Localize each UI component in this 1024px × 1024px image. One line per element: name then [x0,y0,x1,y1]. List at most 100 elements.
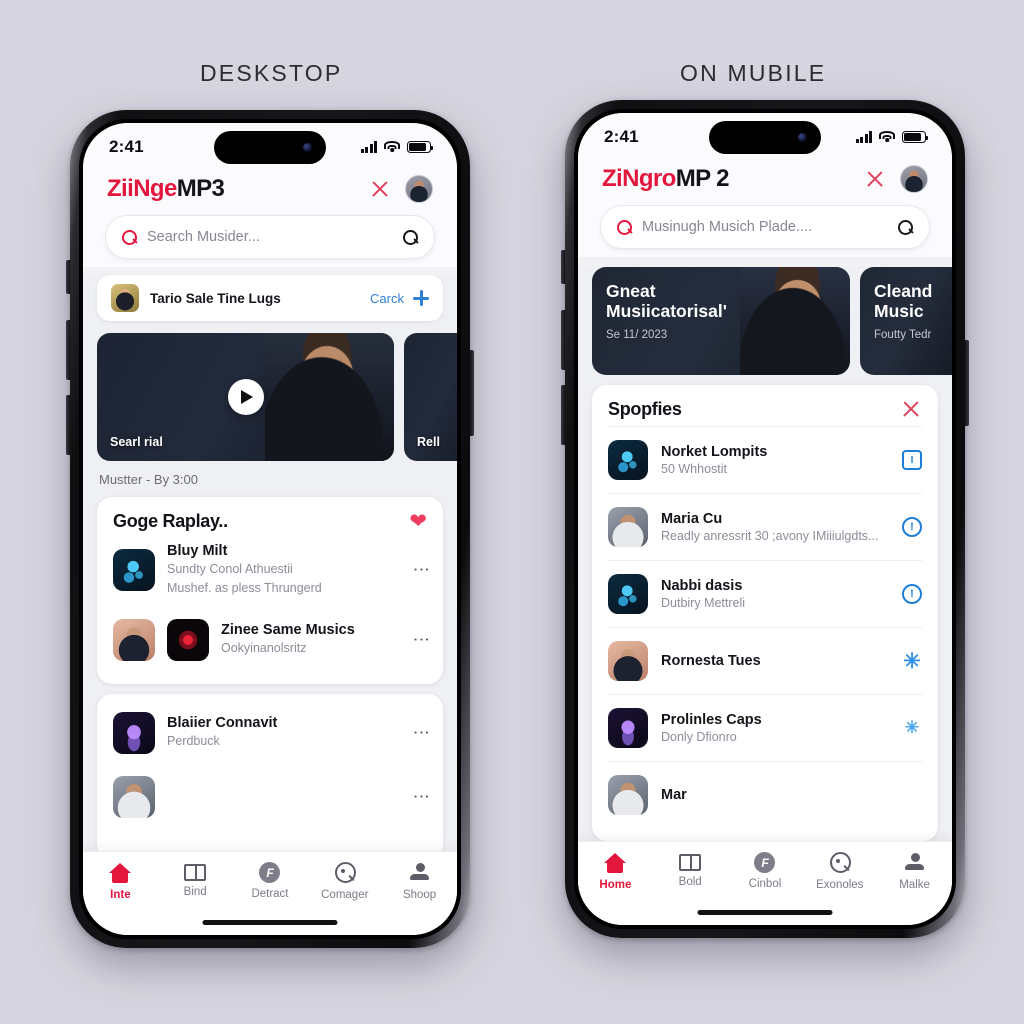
track-title [167,789,403,805]
item-meta: Maria Cu Readly anressrit 30 ;avony IMii… [661,511,878,543]
tab-library[interactable]: Bold [655,852,725,888]
status-bar: 2:41 [83,123,457,171]
tab-search[interactable]: Exonoles [805,852,875,891]
promo-row[interactable]: Tario Sale Tine Lugs Carck [97,275,443,321]
heart-icon[interactable]: ❤ [409,511,427,532]
item-artwork [608,440,648,480]
track-row[interactable]: Bluy Milt Sundty Conol Athuestii Mushef.… [113,532,431,608]
search-bar[interactable]: Search Musider... [105,215,435,259]
track-row[interactable]: Blaiier Connavit Perdbuck ⋮ [113,708,431,765]
tab-discover[interactable]: F Cinbol [730,852,800,890]
list-item[interactable]: Rornesta Tues ✳ [608,627,922,694]
item-subtitle: 50 Whhostit [661,462,728,476]
app-logo[interactable]: ZiNgroMP 2 [602,165,730,193]
mute-switch[interactable] [66,260,70,294]
battery-icon [902,131,929,143]
power-button[interactable] [470,350,474,436]
video-label: Searl rial [110,435,163,449]
search-bar[interactable]: Musinugh Musich Plade.... [600,205,930,249]
volume-up-button[interactable] [66,320,70,380]
tab-profile[interactable]: Malke [880,852,950,891]
tab-discover[interactable]: F Detract [235,862,305,900]
close-icon[interactable] [900,398,922,420]
video-card[interactable]: Searl rial [97,333,394,461]
item-subtitle: Dutbiry Mettreli [661,596,746,610]
power-button[interactable] [965,340,969,426]
track-artwork [113,548,155,591]
list-item[interactable]: Nabbi dasis Dutbiry Mettreli ! [608,560,922,627]
home-indicator [202,920,338,925]
more-vertical-icon[interactable]: ⋮ [412,724,431,741]
banner-card[interactable]: Gneat Musiicatorisal' Se 11/ 2023 [592,267,850,375]
banner-card[interactable]: Cleand Music Foutty Tedr [860,267,952,375]
user-avatar[interactable] [900,165,928,193]
app-logo[interactable]: ZiiNgeMP3 [107,175,225,203]
track-row[interactable]: Zinee Same Musics Ookyinanolsritz ⋮ [113,608,431,672]
header-actions [369,175,433,203]
promo-link[interactable]: Carck [370,291,404,306]
promo-title: Tario Sale Tine Lugs [150,290,281,306]
search-input[interactable]: Search Musider... [147,229,393,245]
video-carousel[interactable]: Searl rial Rell [97,333,457,461]
track-artwork [113,711,155,754]
search-submit-icon[interactable] [898,219,913,235]
phone-bezel-right: 2:41 ZiNgroMP 2 Musinugh Musich Plade...… [574,109,956,929]
track-title: Blaiier Connavit [167,715,278,732]
tab-search[interactable]: Comager [310,862,380,901]
person-icon [904,852,926,874]
track-meta: Bluy Milt Sundty Conol Athuestii Mushef.… [167,543,403,597]
main-content-right: Gneat Musiicatorisal' Se 11/ 2023 Cleand… [578,267,952,925]
book-icon [679,854,702,871]
volume-up-button[interactable] [561,310,565,370]
banner-title: Cleand Music [874,281,951,322]
list-item[interactable]: Norket Lompits 50 Whhostit I [608,426,922,493]
item-title: Prolinles Caps [661,712,762,728]
video-card[interactable]: Rell [404,333,457,461]
item-artwork [608,708,648,748]
banner-carousel[interactable]: Gneat Musiicatorisal' Se 11/ 2023 Cleand… [592,267,952,375]
info-circle-icon[interactable]: ! [902,584,922,604]
mute-switch[interactable] [561,250,565,284]
asterisk-icon[interactable]: ✳ [902,718,922,738]
more-vertical-icon[interactable]: ⋮ [412,561,431,578]
tab-profile[interactable]: Shoop [385,862,455,901]
spotlight-header: Spopfies [608,398,922,426]
close-icon[interactable] [864,168,886,190]
item-artwork [608,574,648,614]
banner-title-line2: Musiicatorisal' [606,301,727,322]
track-meta [167,789,403,805]
tab-home[interactable]: Inte [85,862,155,901]
tab-library[interactable]: Bind [160,862,230,898]
item-subtitle: Readly anressrit 30 ;avony IMiiiulgdts..… [661,529,879,543]
volume-down-button[interactable] [561,385,565,445]
banner-title-line1: Cleand [874,281,933,301]
plus-icon[interactable] [413,290,429,306]
search-section: Search Musider... [83,205,457,267]
asterisk-icon[interactable]: ✳ [902,650,922,673]
search-circle-icon [829,852,851,874]
home-icon [604,852,627,874]
status-indicators [855,131,929,143]
list-item[interactable]: Mar [608,761,922,841]
bottom-navigation: Inte Bind F Detract Comager Shoop [83,851,457,935]
track-row-partial[interactable]: ⋮ [113,765,431,848]
clock-icon[interactable]: ! [902,517,922,537]
close-icon[interactable] [369,178,391,200]
list-item[interactable]: Maria Cu Readly anressrit 30 ;avony IMii… [608,493,922,560]
user-avatar[interactable] [405,175,433,203]
logo-brand-text: ZiiNge [107,175,177,202]
bottom-navigation: Home Bold F Cinbol Exonoles Malke [578,841,952,925]
square-info-icon[interactable]: I [902,450,922,470]
more-vertical-icon[interactable]: ⋮ [412,788,431,805]
search-submit-icon[interactable] [403,229,418,245]
item-subtitle: Donly Dfionro [661,730,737,744]
tab-home[interactable]: Home [580,852,650,891]
banner-title: Gneat Musiicatorisal' [606,281,836,322]
phone-mockup-left: 2:41 ZiiNgeMP3 Search Musider... Tario S… [66,110,474,948]
search-input[interactable]: Musinugh Musich Plade.... [642,219,888,235]
play-icon[interactable] [227,379,264,415]
video-thumbnail [265,333,394,461]
volume-down-button[interactable] [66,395,70,455]
list-item[interactable]: Prolinles Caps Donly Dfionro ✳ [608,694,922,761]
more-vertical-icon[interactable]: ⋮ [412,631,431,648]
